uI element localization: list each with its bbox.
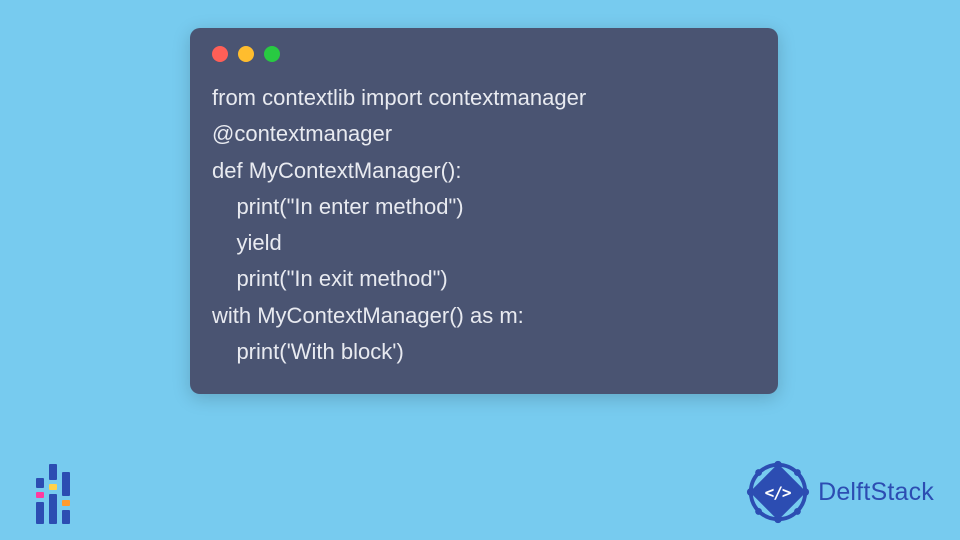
code-line: def MyContextManager(): (212, 158, 461, 183)
code-line: @contextmanager (212, 121, 392, 146)
code-line: yield (212, 230, 282, 255)
site-logo-icon (36, 466, 82, 524)
code-line: with MyContextManager() as m: (212, 303, 524, 328)
code-block: from contextlib import contextmanager @c… (212, 80, 756, 370)
code-window: from contextlib import contextmanager @c… (190, 28, 778, 394)
code-line: print('With block') (212, 339, 404, 364)
maximize-icon (264, 46, 280, 62)
code-line: from contextlib import contextmanager (212, 85, 586, 110)
minimize-icon (238, 46, 254, 62)
code-line: print("In exit method") (212, 266, 448, 291)
brand-mark: </> DelftStack (744, 458, 934, 526)
code-glyph-icon: </> (765, 483, 791, 502)
close-icon (212, 46, 228, 62)
brand-badge-icon: </> (744, 458, 812, 526)
brand-name: DelftStack (818, 478, 934, 507)
code-line: print("In enter method") (212, 194, 464, 219)
window-traffic-lights (212, 46, 756, 62)
